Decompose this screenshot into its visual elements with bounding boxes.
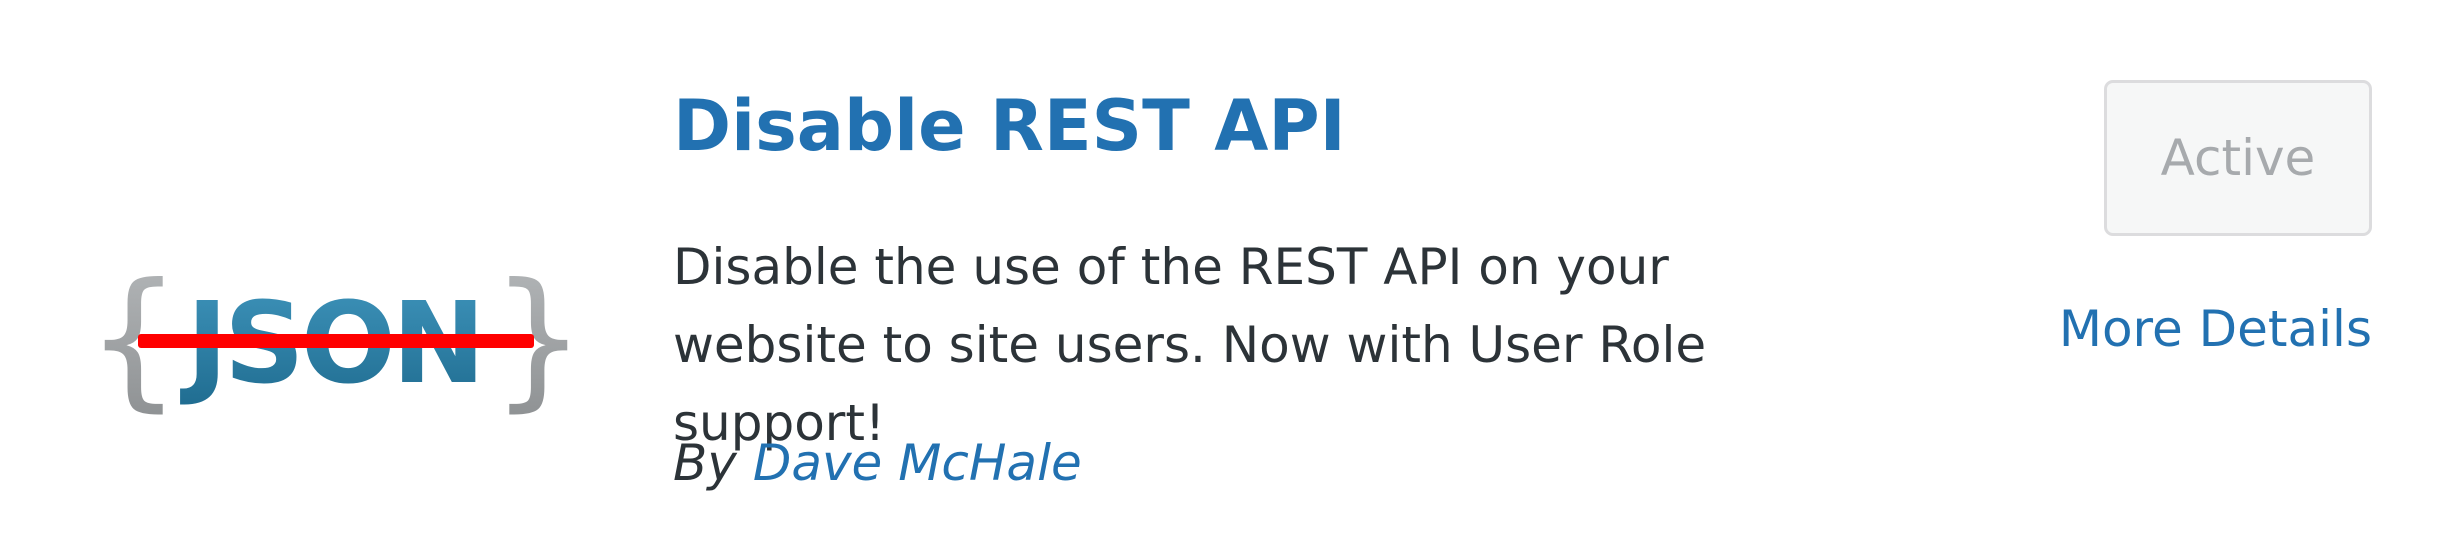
author-link[interactable]: Dave McHale bbox=[753, 434, 1082, 492]
plugin-icon[interactable]: { JSON } bbox=[86, 250, 586, 430]
more-details-link[interactable]: More Details bbox=[2059, 300, 2372, 358]
plugin-title[interactable]: Disable REST API bbox=[673, 84, 1346, 168]
plugin-description: Disable the use of the REST API on your … bbox=[673, 238, 1707, 452]
author-prefix: By bbox=[673, 434, 737, 492]
strike-line-icon bbox=[138, 334, 534, 348]
active-status-button[interactable]: Active bbox=[2104, 80, 2372, 236]
plugin-card: { JSON } Disable REST API Disable the us… bbox=[0, 0, 2440, 538]
plugin-author: By Dave McHale bbox=[673, 434, 1082, 492]
